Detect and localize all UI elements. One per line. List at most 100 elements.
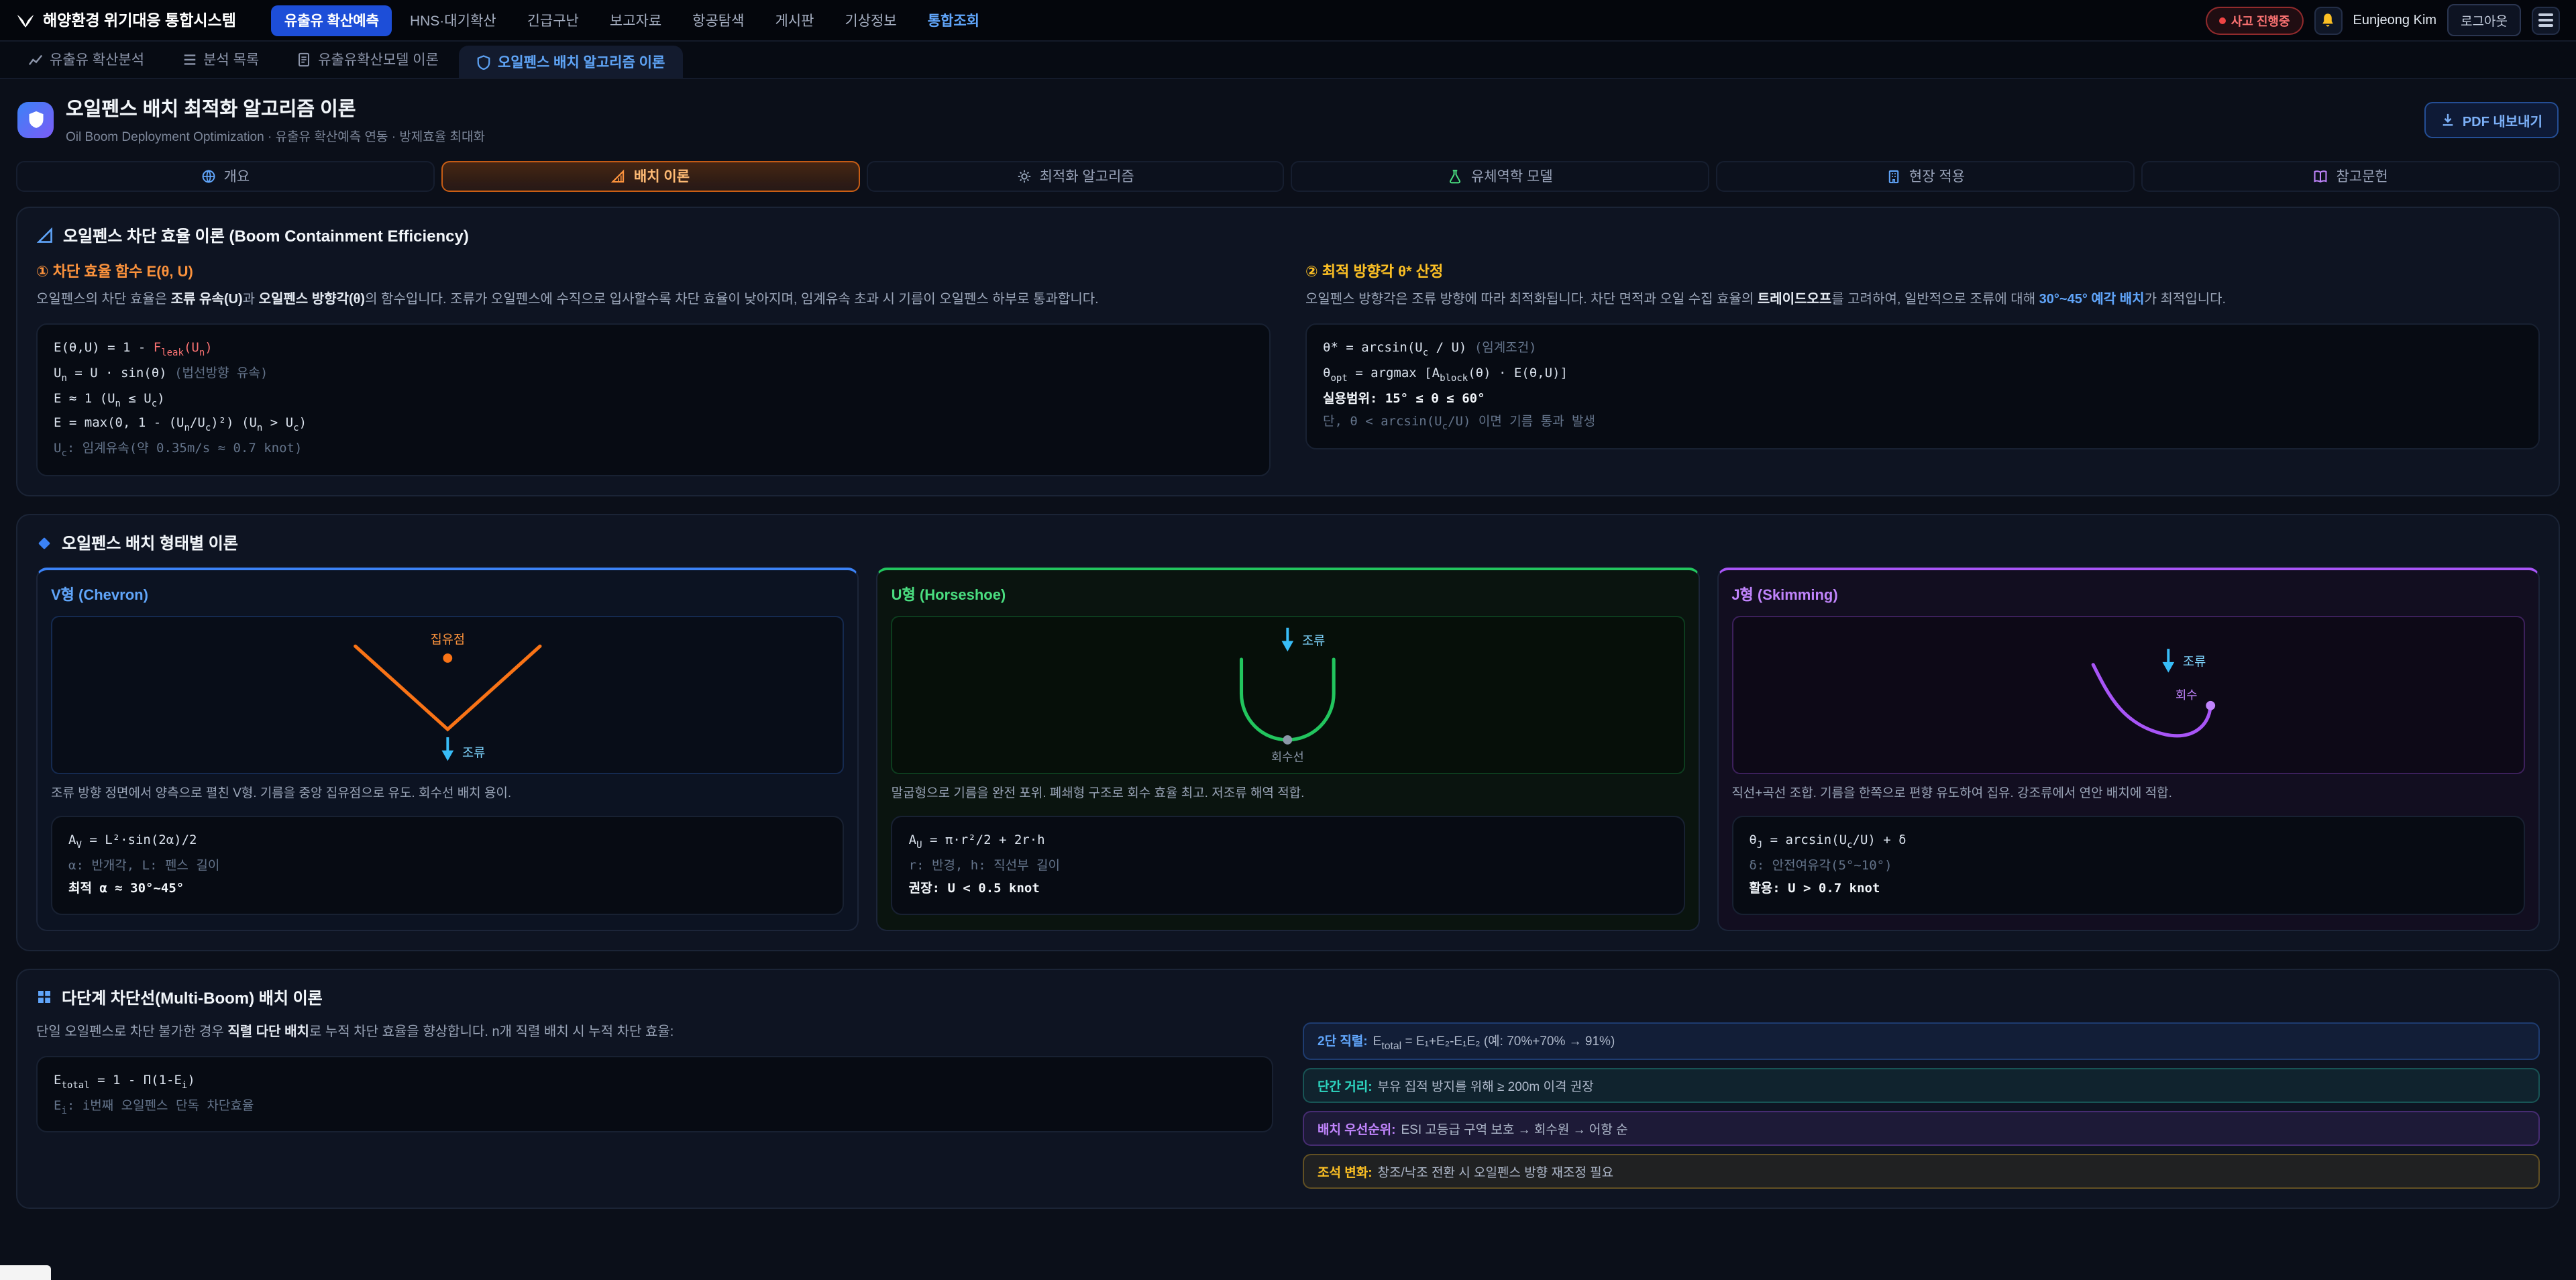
efficiency-card: 오일펜스 차단 효율 이론 (Boom Containment Efficien… (16, 207, 2560, 496)
optimal-angle-heading: ② 최적 방향각 θ* 산정 (1305, 260, 2540, 282)
browser-status-bubble (0, 1265, 51, 1280)
skimming-title: J형 (Skimming) (1731, 584, 2525, 605)
chevron-diagram: 집유점 조류 (51, 616, 845, 774)
type-card-skimming: J형 (Skimming) 조류 회수 직선+곡선 조합. 기름을 한쪽으로 편… (1717, 568, 2540, 930)
section-tabs: 개요 배치 이론 최적화 알고리즘 유체역학 모델 현장 적용 (16, 161, 2560, 192)
nav-item-weather[interactable]: 기상정보 (831, 5, 910, 36)
section-tab-deployment-theory[interactable]: 배치 이론 (441, 161, 860, 192)
book-icon (2313, 169, 2328, 184)
user-name: Eunjeong Kim (2353, 13, 2437, 28)
incident-status-badge[interactable]: 사고 진행중 (2206, 6, 2304, 34)
hamburger-icon (2538, 14, 2553, 26)
grid-icon (36, 990, 52, 1006)
page-subtitle: Oil Boom Deployment Optimization · 유출유 확… (66, 126, 485, 145)
collection-point-dot (443, 653, 452, 663)
multiboom-left-column: 단일 오일펜스로 차단 불가한 경우 직렬 다단 배치로 누적 차단 효율을 향… (36, 1022, 1273, 1133)
chevron-caption: 조류 방향 정면에서 양측으로 펼친 V형. 기름을 중앙 집유점으로 유도. … (51, 785, 845, 804)
chart-line-icon (28, 52, 43, 67)
wing-logo-icon (16, 11, 35, 30)
type-card-chevron: V형 (Chevron) 집유점 조류 조류 방향 정면에서 양측으로 펼친 V… (36, 568, 859, 930)
set-square-icon (36, 227, 54, 244)
horseshoe-diagram: 조류 회수선 (892, 616, 1685, 774)
skimming-caption: 직선+곡선 조합. 기름을 한쪽으로 편향 유도하여 집유. 강조류에서 연안 … (1731, 785, 2525, 804)
tab-spill-analysis[interactable]: 유출유 확산분석 (11, 42, 162, 78)
horseshoe-boom-line (1242, 659, 1334, 740)
app-viewport: 해양환경 위기대응 통합시스템 유출유 확산예측 HNS·대기확산 긴급구난 보… (0, 0, 2576, 1280)
horseshoe-formula: AU = π·r²/2 + 2r·hr: 반경, h: 직선부 길이권장: U … (892, 816, 1685, 915)
menu-button[interactable] (2532, 6, 2560, 34)
tab-analysis-list[interactable]: 분석 목록 (164, 42, 276, 78)
optimal-angle-paragraph: 오일펜스 방향각은 조류 방향에 따라 최적화됩니다. 차단 면적과 오일 수집… (1305, 290, 2540, 311)
current-arrow-icon (1282, 641, 1294, 652)
incident-dot-icon (2219, 17, 2226, 23)
topbar-right: 사고 진행중 Eunjeong Kim 로그아웃 (2206, 4, 2560, 36)
recovery-point-dot (2206, 701, 2215, 710)
page-title: 오일펜스 배치 최적화 알고리즘 이론 (66, 94, 485, 122)
efficiency-right-column: ② 최적 방향각 θ* 산정 오일펜스 방향각은 조류 방향에 따라 최적화됩니… (1305, 260, 2540, 476)
nav-item-board[interactable]: 게시판 (761, 5, 827, 36)
recovery-vessel-dot (1283, 735, 1293, 745)
skimming-formula: θJ = arcsin(Uc/U) + δδ: 안전여유각(5°~10°)활용:… (1731, 816, 2525, 915)
multiboom-card: 다단계 차단선(Multi-Boom) 배치 이론 단일 오일펜스로 차단 불가… (16, 969, 2560, 1209)
section-tab-references[interactable]: 참고문헌 (2141, 161, 2560, 192)
layout-types-card: 오일펜스 배치 형태별 이론 V형 (Chevron) 집유점 조류 조류 방향… (16, 514, 2560, 951)
horseshoe-title: U형 (Horseshoe) (892, 584, 1685, 605)
sub-tab-bar: 유출유 확산분석 분석 목록 유출유확산모델 이론 오일펜스 배치 알고리즘 이… (0, 42, 2576, 79)
skimming-diagram: 조류 회수 (1731, 616, 2525, 774)
flask-icon (1448, 169, 1463, 184)
multiboom-formula: Etotal = 1 - Π(1-Ei)Ei: i번째 오일펜스 단독 차단효율 (36, 1056, 1273, 1133)
nav-item-hns[interactable]: HNS·대기확산 (396, 5, 510, 36)
main-nav: 유출유 확산예측 HNS·대기확산 긴급구난 보고자료 항공탐색 게시판 기상정… (271, 5, 993, 36)
brand-title: 해양환경 위기대응 통합시스템 (43, 9, 236, 31)
horseshoe-caption: 말굽형으로 기름을 완전 포위. 폐쇄형 구조로 회수 효율 최고. 저조류 해… (892, 785, 1685, 804)
note-tidal-change: 조석 변화: 창조/낙조 전환 시 오일펜스 방향 재조정 필요 (1303, 1153, 2540, 1188)
top-nav: 해양환경 위기대응 통합시스템 유출유 확산예측 HNS·대기확산 긴급구난 보… (0, 0, 2576, 42)
download-icon (2441, 112, 2456, 127)
svg-text:조류: 조류 (1303, 634, 1326, 648)
section-tab-optimization-algorithm[interactable]: 최적화 알고리즘 (866, 161, 1285, 192)
multiboom-paragraph: 단일 오일펜스로 차단 불가한 경우 직렬 다단 배치로 누적 차단 효율을 향… (36, 1022, 1273, 1044)
tab-diffusion-model-theory[interactable]: 유출유확산모델 이론 (279, 42, 456, 78)
page-header: 오일펜스 배치 최적화 알고리즘 이론 Oil Boom Deployment … (0, 79, 2576, 157)
note-spacing: 단간 거리: 부유 집적 방지를 위해 ≥ 200m 이격 권장 (1303, 1067, 2540, 1102)
efficiency-function-formula: E(θ,U) = 1 - Fleak(Un)Un = U · sin(θ) (법… (36, 323, 1271, 476)
efficiency-function-paragraph: 오일펜스의 차단 효율은 조류 유속(U)과 오일펜스 방향각(θ)의 함수입니… (36, 290, 1271, 311)
nav-item-rescue[interactable]: 긴급구난 (514, 5, 592, 36)
document-icon (297, 52, 311, 67)
efficiency-function-heading: ① 차단 효율 함수 E(θ, U) (36, 260, 1271, 282)
section-tab-hydrodynamics-model[interactable]: 유체역학 모델 (1291, 161, 1710, 192)
current-arrow-icon (2162, 662, 2174, 673)
diamond-icon (36, 535, 52, 551)
chevron-title: V형 (Chevron) (51, 584, 845, 605)
logout-button[interactable]: 로그아웃 (2447, 4, 2521, 36)
nav-item-reports[interactable]: 보고자료 (596, 5, 675, 36)
nav-item-integrated-search[interactable]: 통합조회 (914, 5, 993, 36)
type-card-horseshoe: U형 (Horseshoe) 조류 회수선 말굽형으로 기름을 완전 포위. 폐… (877, 568, 1700, 930)
svg-text:조류: 조류 (462, 746, 485, 760)
multiboom-notes: 2단 직렬: Etotal = E₁+E₂-E₁E₂ (예: 70%+70% →… (1303, 1022, 2540, 1189)
page-shield-icon (17, 101, 54, 138)
nav-item-aerial-search[interactable]: 항공탐색 (679, 5, 757, 36)
svg-text:집유점: 집유점 (431, 633, 466, 647)
nav-item-spill-prediction[interactable]: 유출유 확산예측 (271, 5, 392, 36)
bell-icon (2320, 12, 2337, 28)
tab-boom-algorithm-theory[interactable]: 오일펜스 배치 알고리즘 이론 (459, 46, 682, 78)
multiboom-title: 다단계 차단선(Multi-Boom) 배치 이론 (62, 986, 323, 1009)
section-tab-overview[interactable]: 개요 (16, 161, 435, 192)
section-tab-field-application[interactable]: 현장 적용 (1717, 161, 2135, 192)
gear-icon (1017, 169, 1032, 184)
efficiency-card-title: 오일펜스 차단 효율 이론 (Boom Containment Efficien… (63, 224, 469, 247)
brand-logo[interactable]: 해양환경 위기대응 통합시스템 (16, 9, 236, 31)
notifications-button[interactable] (2314, 6, 2343, 34)
svg-text:회수선: 회수선 (1272, 751, 1305, 764)
current-arrow-icon (441, 751, 453, 761)
note-serial-two-stage: 2단 직렬: Etotal = E₁+E₂-E₁E₂ (예: 70%+70% →… (1303, 1022, 2540, 1060)
building-icon (1886, 169, 1901, 184)
shield-icon (476, 54, 491, 69)
svg-text:조류: 조류 (2182, 655, 2205, 669)
pdf-export-button[interactable]: PDF 내보내기 (2425, 101, 2559, 138)
layout-types-title: 오일펜스 배치 형태별 이론 (62, 531, 238, 554)
note-priority: 배치 우선순위: ESI 고등급 구역 보호 → 회수원 → 어항 순 (1303, 1110, 2540, 1145)
efficiency-left-column: ① 차단 효율 함수 E(θ, U) 오일펜스의 차단 효율은 조류 유속(U)… (36, 260, 1271, 476)
list-icon (182, 52, 197, 67)
